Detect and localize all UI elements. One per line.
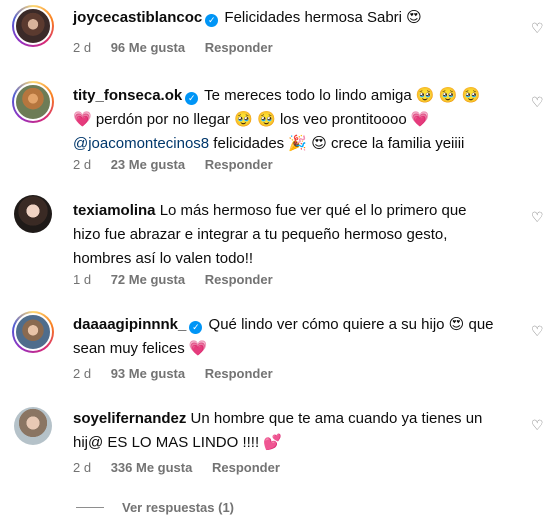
- heart-outline-icon[interactable]: ♡: [531, 95, 544, 109]
- reply-button[interactable]: Responder: [212, 460, 280, 475]
- likes-count[interactable]: 72 Me gusta: [111, 272, 185, 287]
- comment-body-line: Te mereces todo lo lindo amiga 🥹 🥹 🥹: [204, 87, 481, 104]
- likes-count[interactable]: 336 Me gusta: [111, 460, 193, 475]
- comment-body: Felicidades hermosa Sabri 😍: [224, 9, 422, 26]
- timestamp: 2 d: [73, 157, 92, 172]
- reply-button[interactable]: Responder: [205, 40, 273, 55]
- likes-count[interactable]: 23 Me gusta: [111, 157, 185, 172]
- avatar[interactable]: [12, 5, 54, 47]
- heart-outline-icon[interactable]: ♡: [531, 418, 544, 432]
- comment-body-line: hombres así lo valen todo!!: [73, 250, 254, 267]
- comment-meta: 2 d 336 Me gusta Responder: [73, 460, 296, 475]
- heart-outline-icon[interactable]: ♡: [531, 324, 544, 338]
- comment-body-line: Lo más hermoso fue ver qué el lo primero…: [159, 202, 467, 219]
- view-replies-label: Ver respuestas (1): [122, 499, 235, 515]
- comment-text: tity_fonseca.ok ✓ Te mereces todo lo lind…: [73, 84, 513, 156]
- comment-text: texiamolina Lo más hermoso fue ver qué e…: [73, 199, 513, 271]
- verified-badge-icon: ✓: [205, 14, 219, 27]
- likes-count[interactable]: 93 Me gusta: [111, 366, 185, 381]
- comment-body-line: hij@ ES LO MAS LINDO !!!! 💕: [73, 434, 282, 451]
- avatar[interactable]: [14, 195, 52, 233]
- timestamp: 1 d: [73, 272, 92, 287]
- reply-button[interactable]: Responder: [205, 157, 273, 172]
- comment-meta: 2 d 96 Me gusta Responder: [73, 40, 289, 55]
- username[interactable]: soyelifernandez: [73, 410, 186, 427]
- comment-meta: 2 d 93 Me gusta Responder: [73, 366, 289, 381]
- username[interactable]: tity_fonseca.ok: [73, 87, 182, 104]
- reply-button[interactable]: Responder: [205, 272, 273, 287]
- username[interactable]: joycecastiblancoc: [73, 9, 202, 26]
- timestamp: 2 d: [73, 40, 92, 55]
- comment-body-line: Qué lindo ver cómo quiere a su hijo 😍 qu…: [208, 316, 494, 333]
- comment-body-line: hizo fue abrazar e integrar a tu pequeño…: [73, 226, 448, 243]
- timestamp: 2 d: [73, 460, 92, 475]
- reply-button[interactable]: Responder: [205, 366, 273, 381]
- comment-body-line: 💗 perdón por no llegar 🥹 🥹 los veo pront…: [73, 111, 430, 128]
- username[interactable]: daaaagipinnnk_: [73, 316, 186, 333]
- avatar[interactable]: [14, 407, 52, 445]
- comment-text: soyelifernandez Un hombre que te ama cua…: [73, 407, 513, 455]
- comment-meta: 1 d 72 Me gusta Responder: [73, 272, 289, 287]
- mention-link[interactable]: @joacomontecinos8: [73, 135, 209, 152]
- comment-text: daaaagipinnnk_ ✓ Qué lindo ver cómo quier…: [73, 313, 513, 361]
- comment-meta: 2 d 23 Me gusta Responder: [73, 157, 289, 172]
- heart-outline-icon[interactable]: ♡: [531, 21, 544, 35]
- comment-body-line: Un hombre que te ama cuando ya tienes un: [190, 410, 483, 427]
- comment-text: joycecastiblancoc ✓ Felicidades hermosa S…: [73, 6, 513, 30]
- view-replies-button[interactable]: Ver respuestas (1): [76, 498, 234, 516]
- comment-body-line: felicidades 🎉 😍 crece la familia yeiiii: [209, 135, 465, 152]
- avatar[interactable]: [12, 311, 54, 353]
- divider: [76, 506, 104, 508]
- avatar[interactable]: [12, 81, 54, 123]
- timestamp: 2 d: [73, 366, 92, 381]
- heart-outline-icon[interactable]: ♡: [531, 210, 544, 224]
- likes-count[interactable]: 96 Me gusta: [111, 40, 185, 55]
- verified-badge-icon: ✓: [185, 92, 199, 105]
- comment-body-line: sean muy felices 💗: [73, 340, 208, 357]
- verified-badge-icon: ✓: [189, 321, 203, 334]
- username[interactable]: texiamolina: [73, 202, 156, 219]
